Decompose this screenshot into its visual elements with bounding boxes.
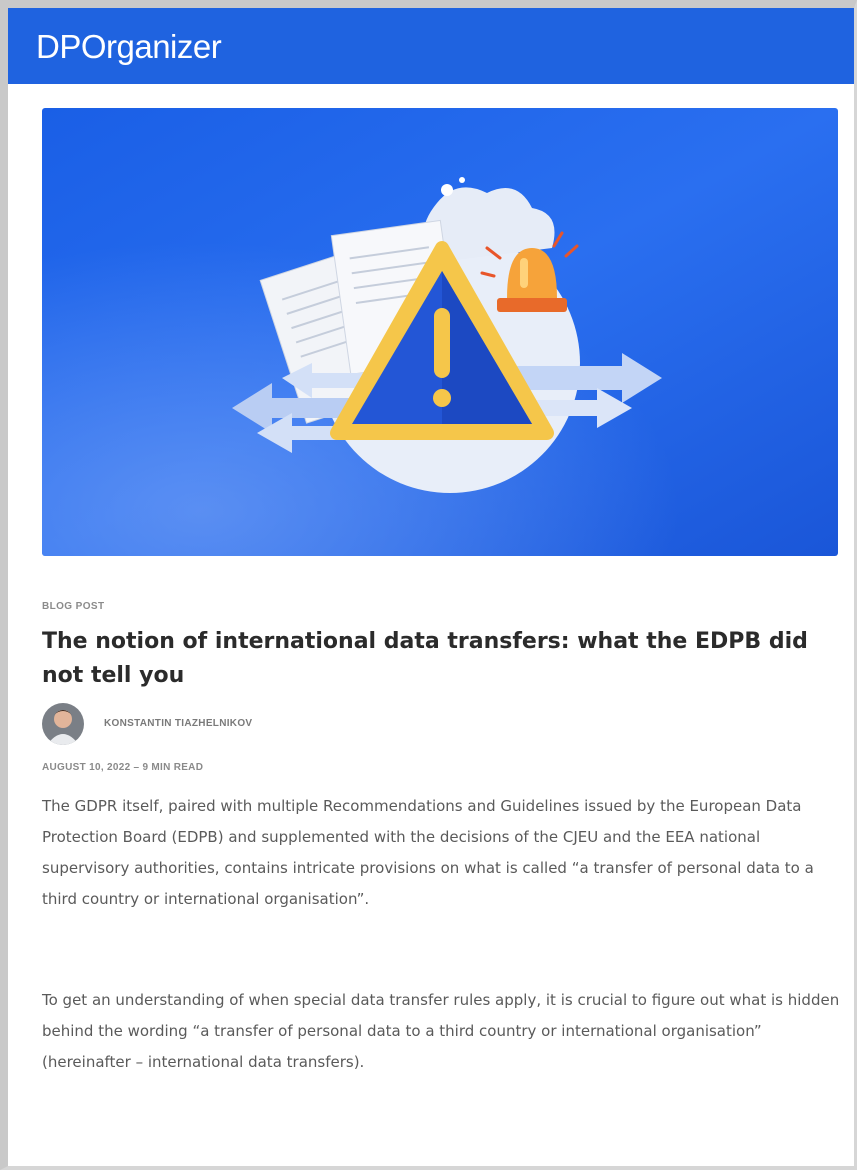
browser-frame: DPOrganizer BLOG POST The notion of inte… (0, 0, 857, 1170)
post-title: The notion of international data transfe… (42, 629, 808, 688)
warning-illustration-icon (42, 108, 838, 556)
post-category: BLOG POST (42, 601, 105, 612)
author-name[interactable]: KONSTANTIN TIAZHELNIKOV (104, 718, 252, 729)
hero-image (42, 108, 838, 556)
article-paragraph: To get an understanding of when special … (42, 991, 840, 1071)
brand-logo[interactable]: DPOrganizer (36, 28, 222, 66)
avatar-photo-icon (42, 703, 84, 745)
top-bar: DPOrganizer (8, 8, 854, 84)
author-avatar[interactable] (42, 703, 84, 745)
post-meta: AUGUST 10, 2022 – 9 MIN READ (42, 762, 204, 773)
article-paragraph: The GDPR itself, paired with multiple Re… (42, 797, 814, 908)
